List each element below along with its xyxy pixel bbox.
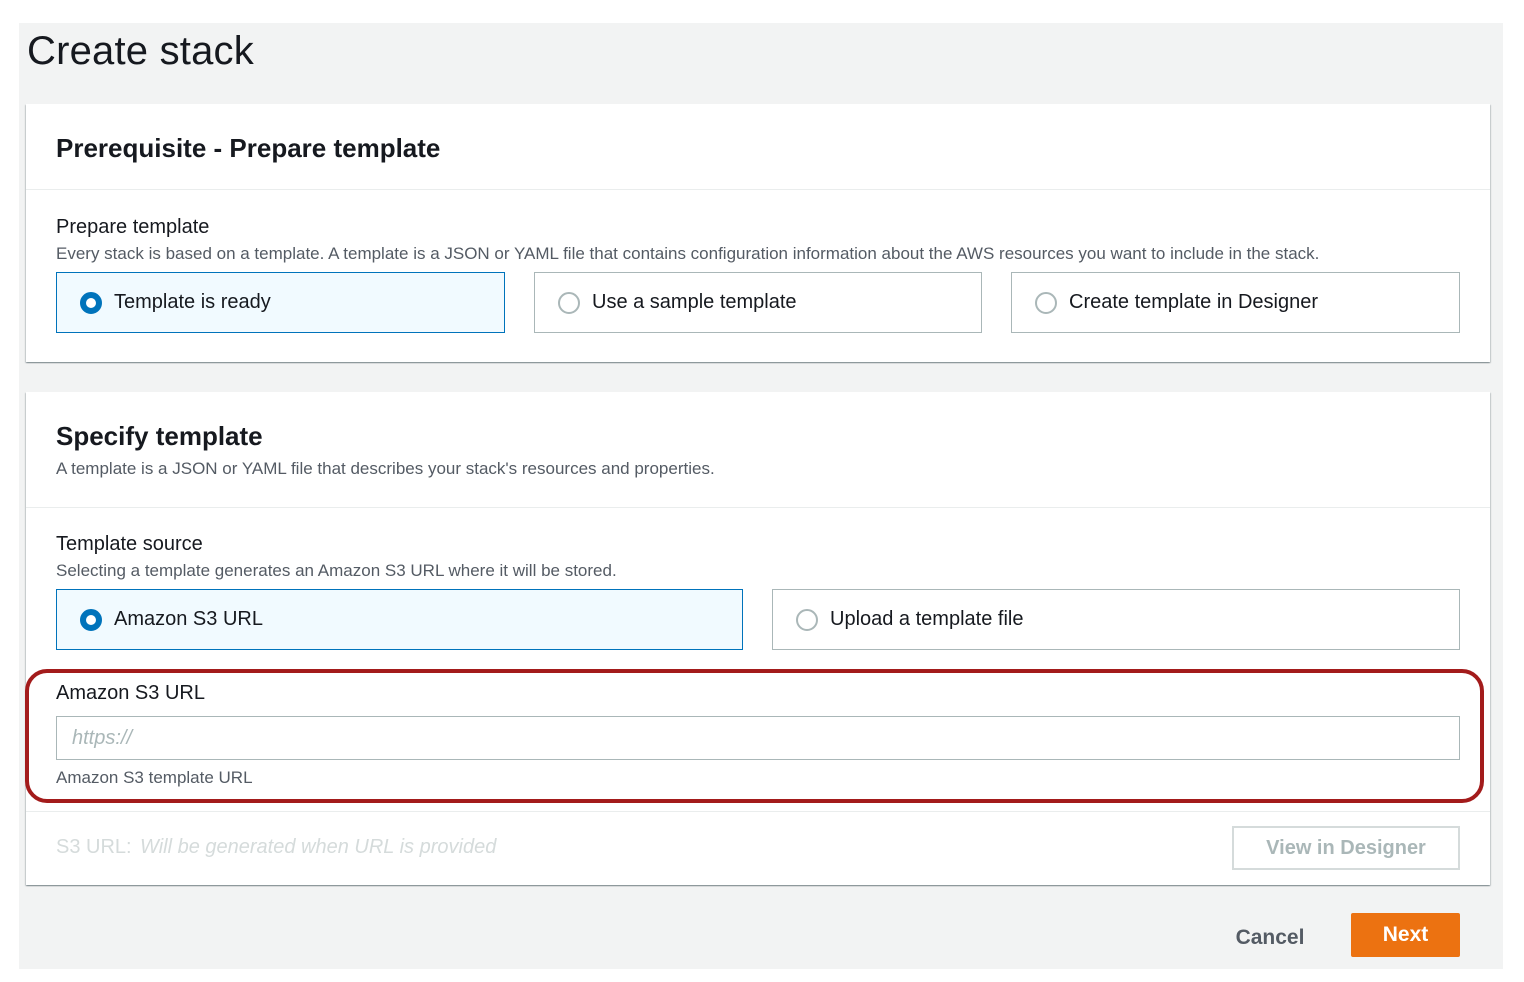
cancel-button[interactable]: Cancel [1225, 916, 1315, 960]
specify-template-panel: Specify template A template is a JSON or… [26, 392, 1490, 885]
option-label: Upload a template file [830, 608, 1024, 630]
radio-selected-icon[interactable] [80, 292, 102, 314]
amazon-s3-url-label: Amazon S3 URL [56, 682, 205, 704]
option-upload-template-file[interactable]: Upload a template file [772, 589, 1460, 650]
option-create-template-in-designer[interactable]: Create template in Designer [1011, 272, 1460, 333]
prerequisite-title: Prerequisite - Prepare template [56, 133, 441, 163]
template-source-description: Selecting a template generates an Amazon… [56, 561, 617, 580]
amazon-s3-url-hint: Amazon S3 template URL [56, 768, 253, 787]
s3-url-value: Will be generated when URL is provided [140, 836, 497, 858]
next-button[interactable]: Next [1351, 913, 1460, 957]
radio-unselected-icon[interactable] [1035, 292, 1057, 314]
option-amazon-s3-url[interactable]: Amazon S3 URL [56, 589, 743, 650]
template-source-label: Template source [56, 533, 203, 555]
prepare-template-label: Prepare template [56, 216, 210, 238]
page-frame: Create stack Prerequisite - Prepare temp… [19, 23, 1503, 969]
radio-unselected-icon[interactable] [796, 609, 818, 631]
option-label: Create template in Designer [1069, 291, 1319, 313]
specify-template-panel-header: Specify template A template is a JSON or… [26, 392, 1490, 508]
radio-selected-icon[interactable] [80, 609, 102, 631]
option-use-sample-template[interactable]: Use a sample template [534, 272, 982, 333]
option-label: Template is ready [114, 291, 271, 313]
specify-template-description: A template is a JSON or YAML file that d… [56, 459, 715, 478]
s3-url-row: S3 URL: Will be generated when URL is pr… [26, 811, 1490, 885]
option-label: Use a sample template [592, 291, 797, 313]
page-title: Create stack [27, 29, 254, 73]
s3-url-label: S3 URL: [56, 836, 132, 858]
prerequisite-panel: Prerequisite - Prepare template Prepare … [26, 104, 1490, 362]
prerequisite-panel-header: Prerequisite - Prepare template [26, 104, 1490, 190]
prepare-template-description: Every stack is based on a template. A te… [56, 244, 1320, 263]
option-template-is-ready[interactable]: Template is ready [56, 272, 505, 333]
radio-unselected-icon[interactable] [558, 292, 580, 314]
specify-template-title: Specify template [56, 421, 263, 451]
view-in-designer-button[interactable]: View in Designer [1232, 826, 1460, 870]
amazon-s3-url-input[interactable] [56, 716, 1460, 760]
option-label: Amazon S3 URL [114, 608, 263, 630]
